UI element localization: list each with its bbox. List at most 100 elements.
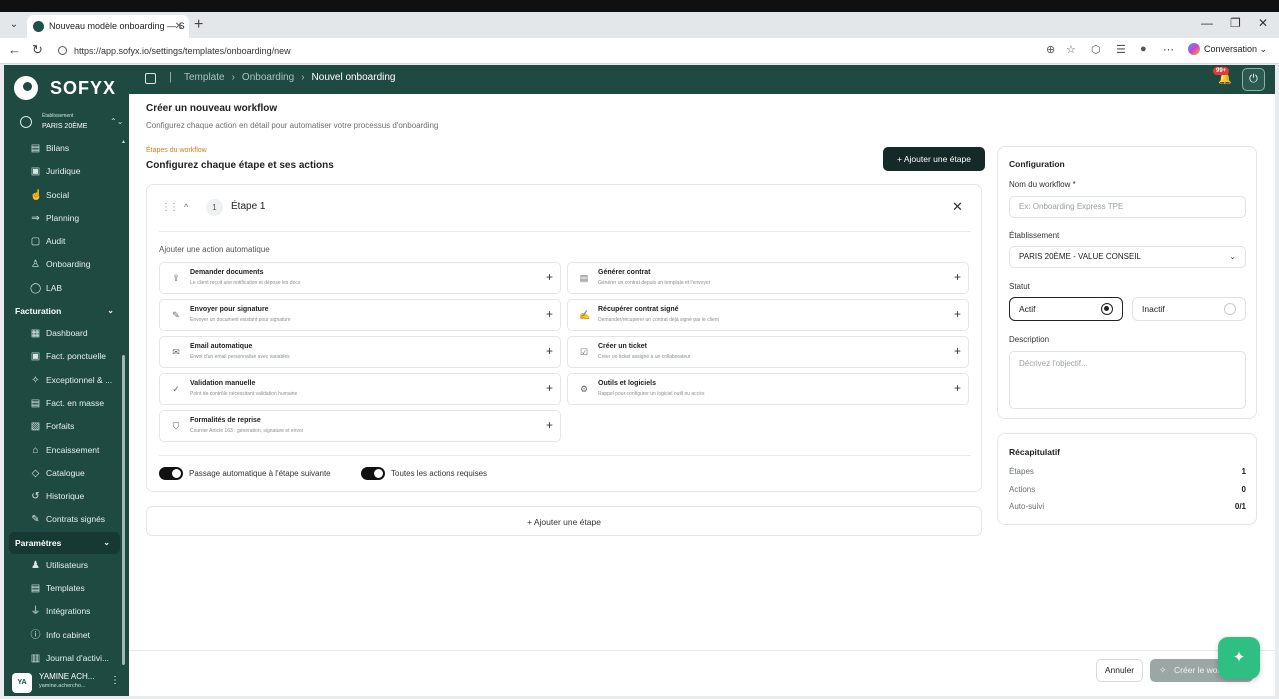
plus-icon[interactable]: + (546, 381, 553, 395)
plus-icon[interactable]: + (954, 381, 961, 395)
sidebar-item-encaissement[interactable]: ⌂ Encaissement (4, 439, 124, 462)
zoom-icon[interactable]: ⊕ (1046, 43, 1055, 56)
remove-step-icon[interactable]: ✕ (952, 199, 963, 215)
sidebar-section-facturation[interactable]: Facturation ⌄ (4, 300, 124, 322)
minimize-icon[interactable]: — (1201, 16, 1213, 30)
cancel-button[interactable]: Annuler (1096, 659, 1143, 682)
tab-close-icon[interactable]: ✕ (175, 15, 183, 38)
reload-icon[interactable]: ↻ (32, 42, 43, 58)
sidebar-section-parametres[interactable]: Paramètres ⌄ (9, 531, 120, 554)
establishment-label: Établissement (1009, 231, 1060, 240)
restore-icon[interactable]: ❐ (1230, 16, 1241, 30)
power-icon[interactable]: ⏻ (1242, 68, 1265, 91)
address-bar[interactable]: https://app.sofyx.io/settings/templates/… (52, 42, 1087, 60)
action-recuperer-contrat[interactable]: ✍ Récupérer contrat signé Demander/récupér… (567, 299, 969, 331)
sidebar-item-catalogue[interactable]: ◇ Catalogue (4, 462, 124, 485)
sidebar-item-onboarding[interactable]: ♙ Onboarding (4, 253, 124, 276)
thumbs-up-icon: ☝ (30, 189, 43, 201)
sidebar-item-social[interactable]: ☝ Social (4, 184, 124, 207)
template-icon: ▤ (30, 583, 41, 595)
auto-advance-toggle[interactable] (159, 467, 183, 480)
ticket-icon: ☑ (579, 347, 589, 357)
sidebar-item-dashboard[interactable]: ▦ Dashboard (4, 322, 124, 345)
dashboard-icon: ▦ (30, 328, 41, 340)
screen: ⌄ Nouveau modèle onboarding — S ✕ + — ❐ … (0, 0, 1279, 699)
add-step-button[interactable]: + Ajouter une étape (883, 147, 985, 171)
step-name[interactable]: Étape 1 (231, 201, 265, 212)
favorite-star-icon[interactable]: ☆ (1066, 43, 1076, 56)
plus-icon[interactable]: + (546, 344, 553, 358)
sidebar-item-lab[interactable]: ◯ LAB (4, 277, 124, 300)
more-vertical-icon[interactable]: ⋮ (110, 675, 120, 686)
action-outils-logiciels[interactable]: ⚙ Outils et logiciels Rappel pour configur… (567, 373, 969, 405)
action-formalites-reprise[interactable]: ⛉ Formalités de reprise Courrier Article 1… (159, 410, 561, 442)
status-active-option[interactable]: Actif (1009, 297, 1123, 321)
status-inactive-option[interactable]: Inactif (1132, 297, 1246, 321)
sidebar-item-utilisateurs[interactable]: ♟ Utilisateurs (4, 554, 124, 577)
more-menu-icon[interactable]: ⋯ (1163, 43, 1174, 56)
sidebar-item-contrats-signes[interactable]: ✎ Contrats signés (4, 508, 124, 531)
plus-icon[interactable]: + (546, 270, 553, 284)
extension-icon[interactable]: ⬡ (1091, 43, 1101, 56)
favorites-icon[interactable]: ☰ (1116, 43, 1126, 56)
sidebar-item-label: Templates (46, 583, 85, 594)
close-window-icon[interactable]: ✕ (1258, 16, 1268, 30)
sidebar-toggle-icon[interactable] (145, 73, 156, 84)
action-generer-contrat[interactable]: ▤ Générer contrat Générer un contrat depui… (567, 262, 969, 294)
tab-list-icon[interactable]: ⌄ (6, 18, 22, 32)
plus-icon[interactable]: + (546, 418, 553, 432)
sidebar-item-templates[interactable]: ▤ Templates (4, 577, 124, 600)
description-textarea[interactable]: Décrivez l'objectif... (1009, 351, 1246, 409)
sidebar-item-planning[interactable]: ⇒ Planning (4, 207, 124, 230)
audit-icon: ▢ (30, 236, 41, 248)
sidebar-nav: ▤ Bilans ▣ Juridique ☝ Social ⇒ Planning ▢ Au… (4, 137, 124, 670)
all-actions-required-toggle[interactable] (361, 467, 385, 480)
add-step-bottom-button[interactable]: + Ajouter une étape (146, 506, 982, 536)
sidebar-item-integrations[interactable]: ⏚ Intégrations (4, 600, 124, 623)
back-icon[interactable]: ← (8, 42, 21, 57)
action-email-automatique[interactable]: ✉ Email automatique Envoi d'un email perso… (159, 336, 561, 368)
user-menu[interactable]: YA YAMINE ACH... yamine.achercho... ⋮ (4, 667, 129, 696)
browser-tab[interactable]: Nouveau modèle onboarding — S ✕ (27, 15, 189, 38)
sidebar-item-audit[interactable]: ▢ Audit (4, 230, 124, 253)
breadcrumb-template[interactable]: Template (184, 72, 225, 83)
sidebar-item-fact-ponctuelle[interactable]: ▣ Fact. ponctuelle (4, 345, 124, 368)
plus-icon[interactable]: + (954, 344, 961, 358)
sidebar: SOFYX Établissement PARIS 20ÈME ⌃⌄ ▲ ▤ Bi… (4, 65, 129, 696)
drag-handle-icon[interactable]: ⋮⋮ (161, 202, 179, 213)
site-info-icon[interactable] (58, 46, 67, 55)
workflow-name-input[interactable]: Ex: Onboarding Express TPE (1009, 196, 1246, 218)
sidebar-item-fact-en-masse[interactable]: ▤ Fact. en masse (4, 392, 124, 415)
profile-icon[interactable]: ● (1140, 43, 1147, 55)
new-tab-icon[interactable]: + (194, 15, 203, 35)
chevron-up-icon[interactable]: ^ (184, 202, 188, 212)
sidebar-item-exceptionnel[interactable]: ✧ Exceptionnel & ... (4, 369, 124, 392)
establishment-switcher[interactable]: Établissement PARIS 20ÈME ⌃⌄ (18, 111, 123, 135)
breadcrumb: Template › Onboarding › Nouvel onboarding (184, 72, 395, 83)
info-icon: ⓘ (30, 629, 41, 641)
copilot-button[interactable]: Conversation ⌄ (1188, 43, 1267, 55)
lab-icon: ◯ (30, 282, 42, 294)
plus-icon[interactable]: + (546, 307, 553, 321)
sidebar-item-info-cabinet[interactable]: ⓘ Info cabinet (4, 624, 124, 647)
breadcrumb-onboarding[interactable]: Onboarding (242, 72, 294, 83)
sidebar-item-juridique[interactable]: ▣ Juridique (4, 160, 124, 183)
plus-icon[interactable]: + (954, 270, 961, 284)
sidebar-item-historique[interactable]: ↺ Historique (4, 485, 124, 508)
logo[interactable]: SOFYX (14, 73, 116, 103)
plus-icon[interactable]: + (954, 307, 961, 321)
action-desc: Courrier Article 163 : génération, signa… (190, 428, 303, 434)
action-demander-documents[interactable]: ⇪ Demander documents Le client reçoit une … (159, 262, 561, 294)
action-envoyer-signature[interactable]: ✎ Envoyer pour signature Envoyer un docume… (159, 299, 561, 331)
copilot-icon (1188, 43, 1200, 55)
action-creer-ticket[interactable]: ☑ Créer un ticket Créer un ticket assigné … (567, 336, 969, 368)
action-validation-manuelle[interactable]: ✓ Validation manuelle Point de contrôle né… (159, 373, 561, 405)
recap-label: Actions (1009, 485, 1036, 494)
sidebar-scrollbar[interactable] (122, 355, 125, 665)
avatar: YA (12, 673, 32, 693)
assistant-fab[interactable]: ✦ (1218, 637, 1260, 679)
sidebar-item-forfaits[interactable]: ▧ Forfaits (4, 415, 124, 438)
establishment-select[interactable]: PARIS 20ÈME - VALUE CONSEIL ⌄ (1009, 246, 1246, 268)
sidebar-item-bilans[interactable]: ▤ Bilans (4, 137, 124, 160)
recap-row-steps: Étapes 1 (1009, 467, 1246, 476)
